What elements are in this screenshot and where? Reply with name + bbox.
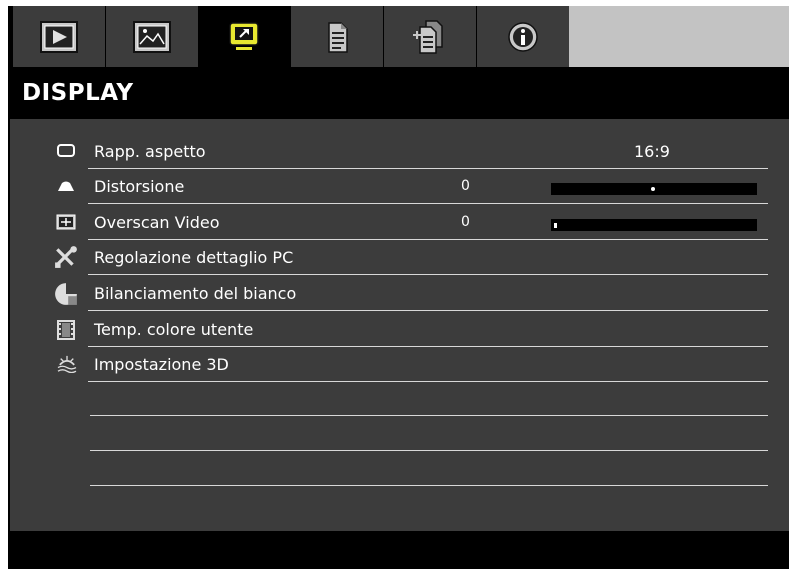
tab-picture[interactable] — [106, 6, 198, 67]
overscan-value: 0 — [461, 214, 470, 230]
menu-item-keystone[interactable]: Distorsione 0 — [10, 169, 789, 204]
separator — [90, 415, 768, 416]
display-icon — [229, 21, 259, 50]
footer-bar — [8, 531, 789, 569]
menu-item-label: Temp. colore utente — [94, 320, 254, 339]
tab-bar-empty — [569, 6, 789, 67]
menu-item-label: Rapp. aspetto — [94, 142, 206, 161]
keystone-value: 0 — [461, 178, 470, 194]
tab-options[interactable] — [384, 6, 476, 67]
separator — [88, 310, 768, 311]
separator — [90, 450, 768, 451]
film-icon — [57, 320, 75, 340]
separator — [88, 203, 768, 204]
menu-item-label: Bilanciamento del bianco — [94, 284, 297, 303]
menu-item-overscan[interactable]: Overscan Video 0 — [10, 205, 789, 240]
menu-item-label: Regolazione dettaglio PC — [94, 248, 294, 267]
tools-icon — [55, 246, 77, 268]
menu-item-3d-setting[interactable]: Impostazione 3D — [10, 347, 789, 382]
info-icon — [508, 21, 538, 52]
page-title: DISPLAY — [22, 80, 134, 106]
tab-bar — [8, 6, 789, 67]
tab-setup[interactable] — [291, 6, 383, 67]
menu-item-label: Overscan Video — [94, 213, 220, 232]
separator — [88, 381, 768, 382]
overscan-slider[interactable] — [551, 219, 757, 231]
picture-icon — [133, 20, 171, 53]
title-bar: DISPLAY — [8, 67, 789, 119]
menu-panel: Rapp. aspetto 16:9 Distorsione 0 Oversca… — [10, 119, 789, 531]
tab-info[interactable] — [477, 6, 569, 67]
play-screen-icon — [40, 20, 78, 53]
menu-item-label: Distorsione — [94, 177, 185, 196]
aspect-ratio-value: 16:9 — [634, 142, 670, 161]
aspect-ratio-icon — [57, 144, 75, 157]
overscan-icon — [56, 214, 76, 230]
osd-menu: DISPLAY Rapp. aspetto 16:9 Distorsione 0 — [8, 6, 789, 569]
menu-item-user-color-temp[interactable]: Temp. colore utente — [10, 312, 789, 347]
slider-knob[interactable] — [554, 223, 557, 228]
separator — [88, 274, 768, 275]
separator — [90, 485, 768, 486]
white-balance-icon — [55, 283, 77, 305]
tab-image[interactable] — [13, 6, 105, 67]
menu-item-white-balance[interactable]: Bilanciamento del bianco — [10, 276, 789, 311]
tab-display[interactable] — [198, 6, 290, 67]
menu-item-aspect-ratio[interactable]: Rapp. aspetto 16:9 — [10, 134, 789, 169]
menu-item-pc-detail[interactable]: Regolazione dettaglio PC — [10, 240, 789, 275]
documents-icon — [413, 19, 443, 54]
keystone-slider[interactable] — [551, 183, 757, 195]
3d-setting-icon — [57, 355, 77, 373]
slider-knob[interactable] — [651, 187, 655, 191]
keystone-icon — [58, 181, 74, 191]
menu-item-label: Impostazione 3D — [94, 355, 229, 374]
document-icon — [328, 21, 348, 53]
